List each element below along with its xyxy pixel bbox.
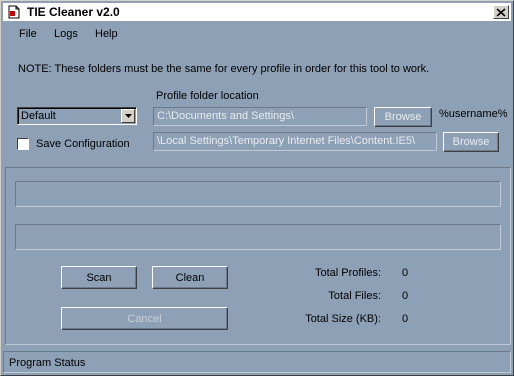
clean-button[interactable]: Clean [152, 266, 228, 289]
cancel-button[interactable]: Cancel [61, 307, 228, 330]
profile-select-dropdown-button[interactable] [121, 109, 135, 123]
username-label: %username% [439, 108, 508, 120]
profile-select[interactable]: Default [17, 107, 137, 125]
status-text: Program Status [9, 357, 86, 369]
save-config-label: Save Configuration [36, 138, 130, 150]
menu-bar: File Logs Help [3, 23, 511, 45]
total-size-label: Total Size (KB): [305, 313, 381, 325]
app-document-icon [7, 5, 21, 19]
total-size-value: 0 [402, 313, 409, 325]
profile-location-label: Profile folder location [156, 90, 259, 102]
menu-file[interactable]: File [19, 28, 37, 40]
total-profiles-value: 0 [402, 267, 409, 279]
save-config-checkbox[interactable] [17, 138, 29, 150]
chevron-down-icon [124, 114, 132, 118]
window-title: TIE Cleaner v2.0 [27, 5, 120, 19]
progress-bar-2 [15, 224, 501, 250]
close-icon [496, 7, 506, 17]
total-files-label: Total Files: [328, 290, 381, 302]
close-button[interactable] [493, 5, 509, 19]
main-window: TIE Cleaner v2.0 File Logs Help NOTE: Th… [0, 0, 514, 376]
profile-select-value: Default [21, 110, 56, 122]
status-bar: Program Status [3, 351, 511, 373]
total-files-value: 0 [402, 290, 409, 302]
scan-button[interactable]: Scan [61, 266, 137, 289]
browse-profile-button[interactable]: Browse [374, 107, 432, 127]
profile-location-input[interactable]: C:\Documents and Settings\ [153, 107, 367, 126]
note-text: NOTE: These folders must be the same for… [18, 63, 430, 75]
progress-bar-1 [15, 181, 501, 207]
cache-subpath-input[interactable]: \Local Settings\Temporary Internet Files… [153, 132, 437, 151]
menu-logs[interactable]: Logs [54, 28, 78, 40]
total-profiles-label: Total Profiles: [314, 267, 381, 279]
browse-subpath-button[interactable]: Browse [443, 132, 499, 152]
menu-help[interactable]: Help [95, 28, 118, 40]
title-bar[interactable]: TIE Cleaner v2.0 [3, 3, 511, 21]
